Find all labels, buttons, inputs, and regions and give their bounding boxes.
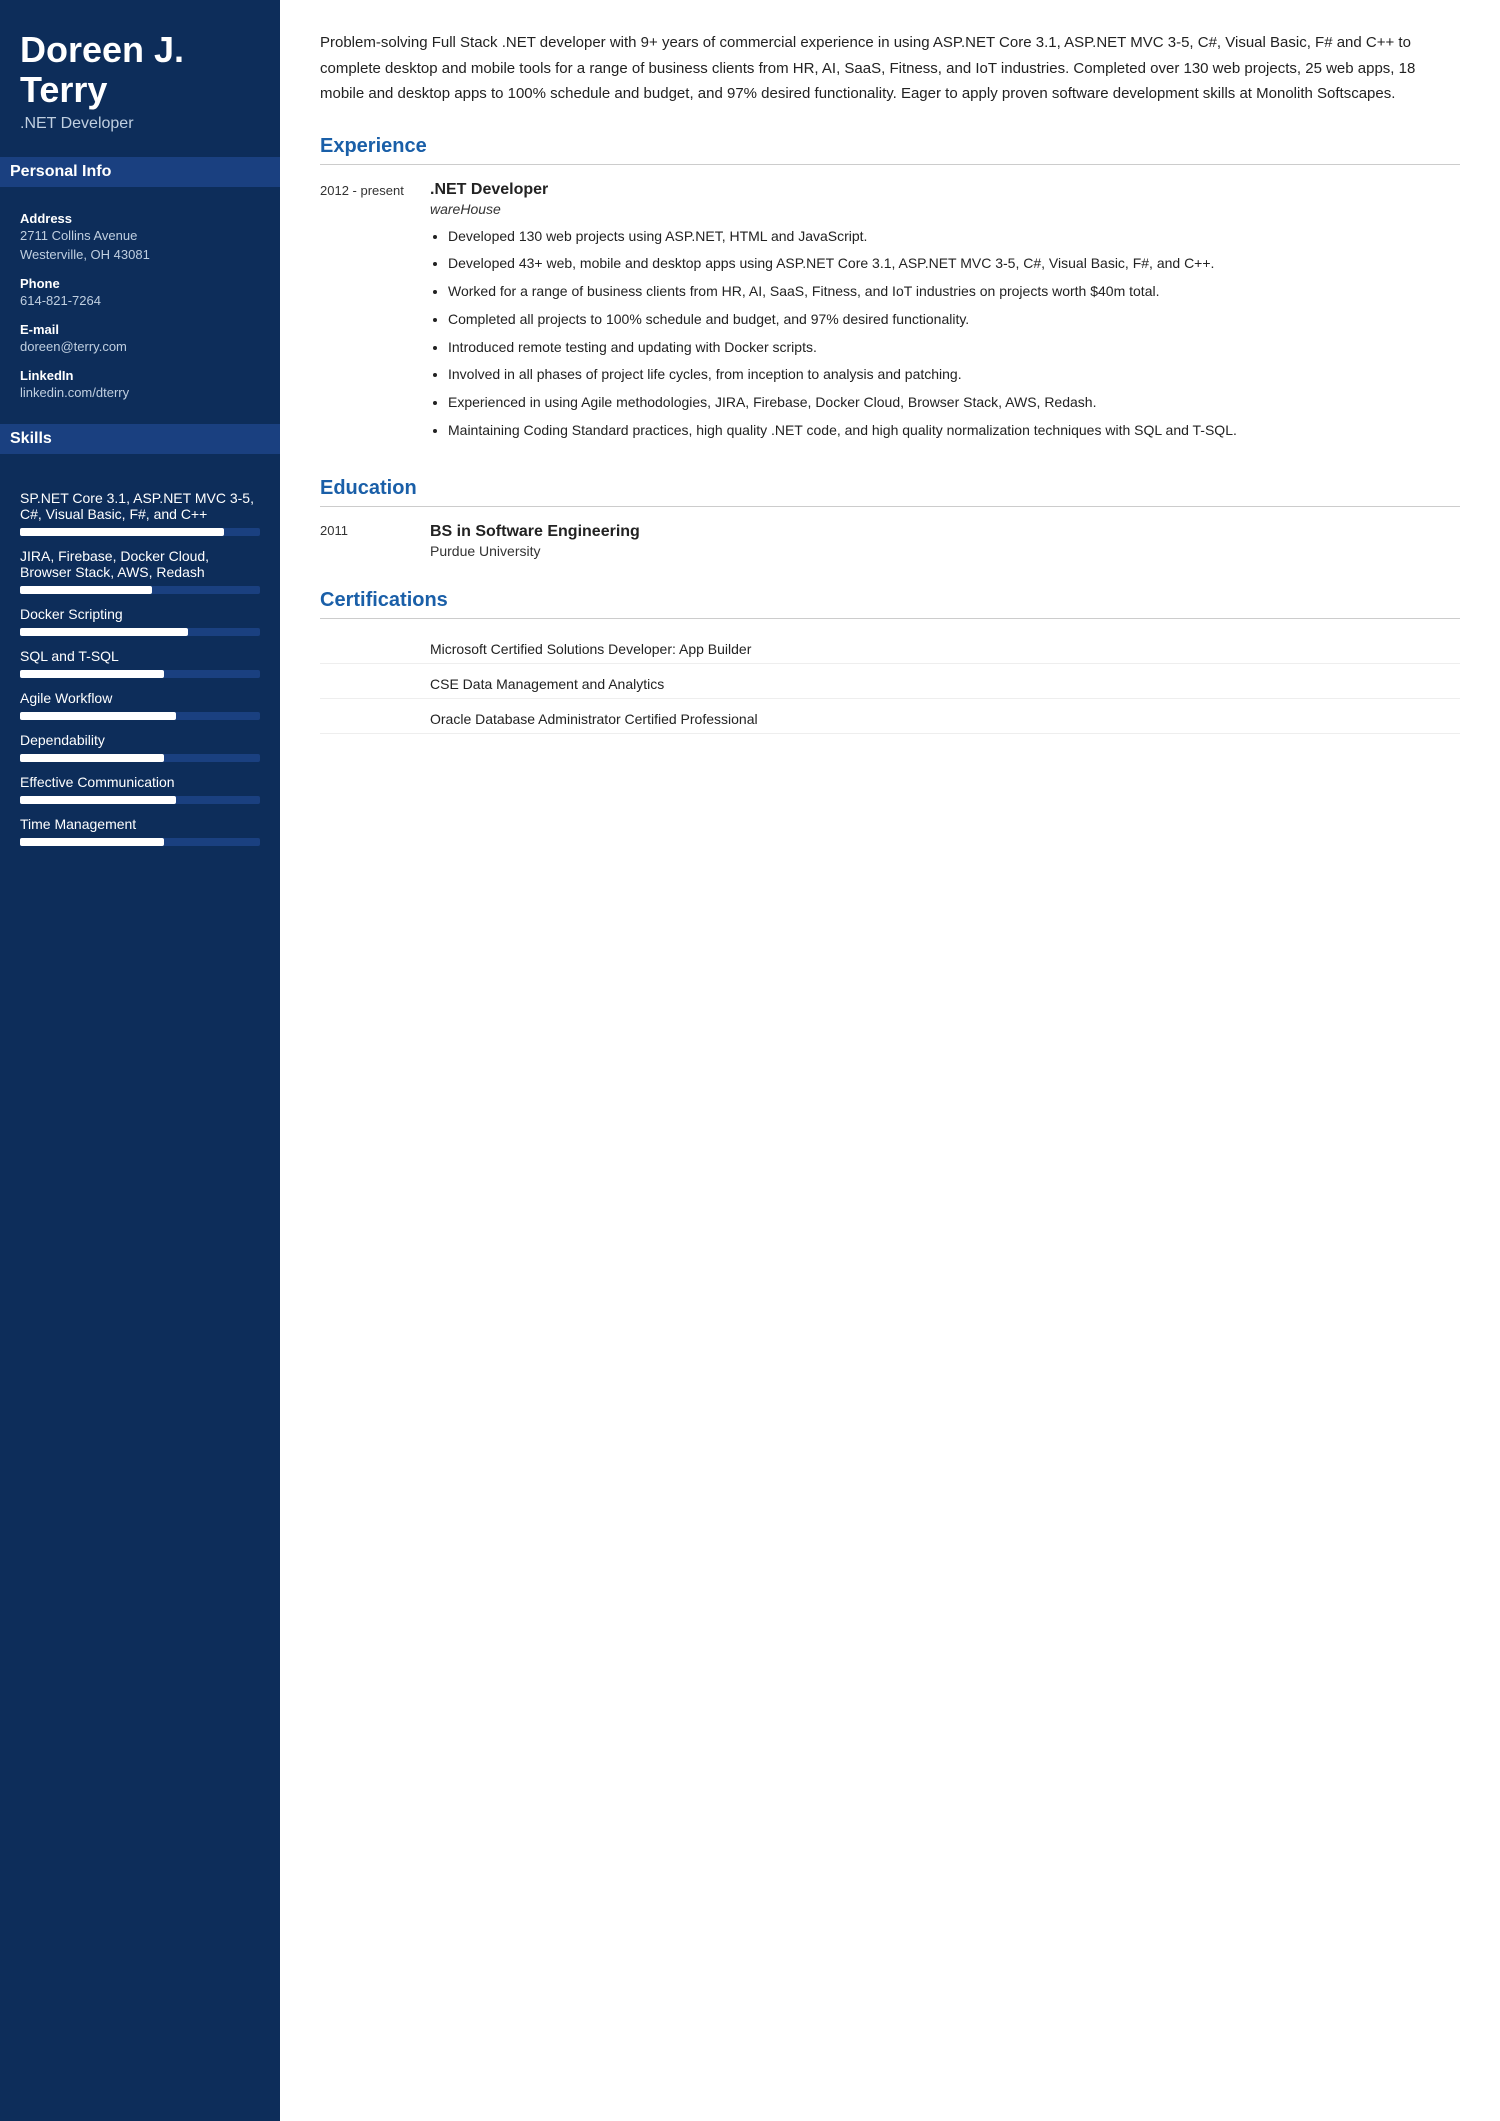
skill-item: Docker Scripting bbox=[20, 606, 260, 636]
experience-section: Experience 2012 - present .NET Developer w… bbox=[320, 135, 1460, 447]
skill-bar-fill bbox=[20, 796, 176, 804]
skill-item: JIRA, Firebase, Docker Cloud, Browser St… bbox=[20, 548, 260, 594]
certification-block: Oracle Database Administrator Certified … bbox=[320, 705, 1460, 734]
skill-name: Dependability bbox=[20, 732, 260, 748]
skill-bar-fill bbox=[20, 754, 164, 762]
skill-item: SQL and T-SQL bbox=[20, 648, 260, 678]
education-entries: 2011 BS in Software Engineering Purdue Uni… bbox=[320, 523, 1460, 559]
experience-entries: 2012 - present .NET Developer wareHouse Dev… bbox=[320, 181, 1460, 447]
sidebar-title: .NET Developer bbox=[20, 115, 260, 133]
skill-bar-background bbox=[20, 586, 260, 594]
address-line1: 2711 Collins Avenue bbox=[20, 228, 260, 243]
cert-inner: Oracle Database Administrator Certified … bbox=[320, 711, 1460, 727]
skill-bar-background bbox=[20, 754, 260, 762]
phone-label: Phone bbox=[20, 276, 260, 291]
exp-bullet: Introduced remote testing and updating w… bbox=[448, 336, 1460, 360]
cert-spacer bbox=[320, 676, 410, 692]
linkedin-value: linkedin.com/dterry bbox=[20, 385, 260, 400]
cert-text: Microsoft Certified Solutions Developer:… bbox=[430, 641, 751, 657]
edu-degree: BS in Software Engineering bbox=[430, 523, 640, 541]
email-label: E-mail bbox=[20, 322, 260, 337]
certifications-header: Certifications bbox=[320, 589, 1460, 619]
certifications-entries: Microsoft Certified Solutions Developer:… bbox=[320, 635, 1460, 734]
skill-item: Dependability bbox=[20, 732, 260, 762]
skill-bar-fill bbox=[20, 670, 164, 678]
skill-bar-fill bbox=[20, 528, 224, 536]
skill-bar-fill bbox=[20, 838, 164, 846]
cert-text: CSE Data Management and Analytics bbox=[430, 676, 664, 692]
exp-details: .NET Developer wareHouse Developed 130 web… bbox=[430, 181, 1460, 447]
sidebar-name: Doreen J. Terry bbox=[20, 30, 260, 109]
skill-bar-fill bbox=[20, 712, 176, 720]
exp-bullet: Experienced in using Agile methodologies… bbox=[448, 391, 1460, 415]
phone-value: 614-821-7264 bbox=[20, 293, 260, 308]
education-block: 2011 BS in Software Engineering Purdue Uni… bbox=[320, 523, 1460, 559]
address-label: Address bbox=[20, 211, 260, 226]
skill-name: Agile Workflow bbox=[20, 690, 260, 706]
exp-bullet: Worked for a range of business clients f… bbox=[448, 280, 1460, 304]
cert-inner: Microsoft Certified Solutions Developer:… bbox=[320, 641, 1460, 657]
skills-header: Skills bbox=[0, 424, 280, 454]
linkedin-label: LinkedIn bbox=[20, 368, 260, 383]
experience-header: Experience bbox=[320, 135, 1460, 165]
exp-bullet: Involved in all phases of project life c… bbox=[448, 363, 1460, 387]
experience-block: 2012 - present .NET Developer wareHouse Dev… bbox=[320, 181, 1460, 447]
skill-name: SP.NET Core 3.1, ASP.NET MVC 3-5, C#, Vi… bbox=[20, 490, 260, 522]
exp-bullet: Completed all projects to 100% schedule … bbox=[448, 308, 1460, 332]
exp-company: wareHouse bbox=[430, 201, 1460, 217]
certifications-section: Certifications Microsoft Certified Solut… bbox=[320, 589, 1460, 734]
skills-list: SP.NET Core 3.1, ASP.NET MVC 3-5, C#, Vi… bbox=[20, 478, 260, 850]
edu-school: Purdue University bbox=[430, 543, 640, 559]
skill-name: Docker Scripting bbox=[20, 606, 260, 622]
exp-job-title: .NET Developer bbox=[430, 181, 1460, 199]
education-header: Education bbox=[320, 477, 1460, 507]
cert-text: Oracle Database Administrator Certified … bbox=[430, 711, 758, 727]
edu-details: BS in Software Engineering Purdue Univers… bbox=[430, 523, 640, 559]
main-content: Problem-solving Full Stack .NET develope… bbox=[280, 0, 1500, 2121]
skill-item: Time Management bbox=[20, 816, 260, 846]
exp-bullets: Developed 130 web projects using ASP.NET… bbox=[430, 225, 1460, 443]
exp-bullet: Developed 130 web projects using ASP.NET… bbox=[448, 225, 1460, 249]
summary-text: Problem-solving Full Stack .NET develope… bbox=[320, 30, 1460, 107]
cert-spacer bbox=[320, 711, 410, 727]
skill-bar-background bbox=[20, 838, 260, 846]
skill-bar-background bbox=[20, 528, 260, 536]
exp-bullet: Developed 43+ web, mobile and desktop ap… bbox=[448, 252, 1460, 276]
skill-item: Effective Communication bbox=[20, 774, 260, 804]
cert-inner: CSE Data Management and Analytics bbox=[320, 676, 1460, 692]
email-value: doreen@terry.com bbox=[20, 339, 260, 354]
education-section: Education 2011 BS in Software Engineering… bbox=[320, 477, 1460, 559]
personal-info-header: Personal Info bbox=[0, 157, 280, 187]
certification-block: CSE Data Management and Analytics bbox=[320, 670, 1460, 699]
skill-name: JIRA, Firebase, Docker Cloud, Browser St… bbox=[20, 548, 260, 580]
exp-bullet: Maintaining Coding Standard practices, h… bbox=[448, 419, 1460, 443]
skill-bar-fill bbox=[20, 628, 188, 636]
skill-bar-fill bbox=[20, 586, 152, 594]
cert-spacer bbox=[320, 641, 410, 657]
skill-name: Time Management bbox=[20, 816, 260, 832]
skill-bar-background bbox=[20, 712, 260, 720]
sidebar: Doreen J. Terry .NET Developer Personal … bbox=[0, 0, 280, 2121]
skill-bar-background bbox=[20, 628, 260, 636]
skill-item: SP.NET Core 3.1, ASP.NET MVC 3-5, C#, Vi… bbox=[20, 490, 260, 536]
certification-block: Microsoft Certified Solutions Developer:… bbox=[320, 635, 1460, 664]
edu-year: 2011 bbox=[320, 523, 410, 559]
skill-bar-background bbox=[20, 796, 260, 804]
address-line2: Westerville, OH 43081 bbox=[20, 247, 260, 262]
exp-dates: 2012 - present bbox=[320, 181, 410, 447]
skill-bar-background bbox=[20, 670, 260, 678]
skill-name: SQL and T-SQL bbox=[20, 648, 260, 664]
skill-name: Effective Communication bbox=[20, 774, 260, 790]
skill-item: Agile Workflow bbox=[20, 690, 260, 720]
